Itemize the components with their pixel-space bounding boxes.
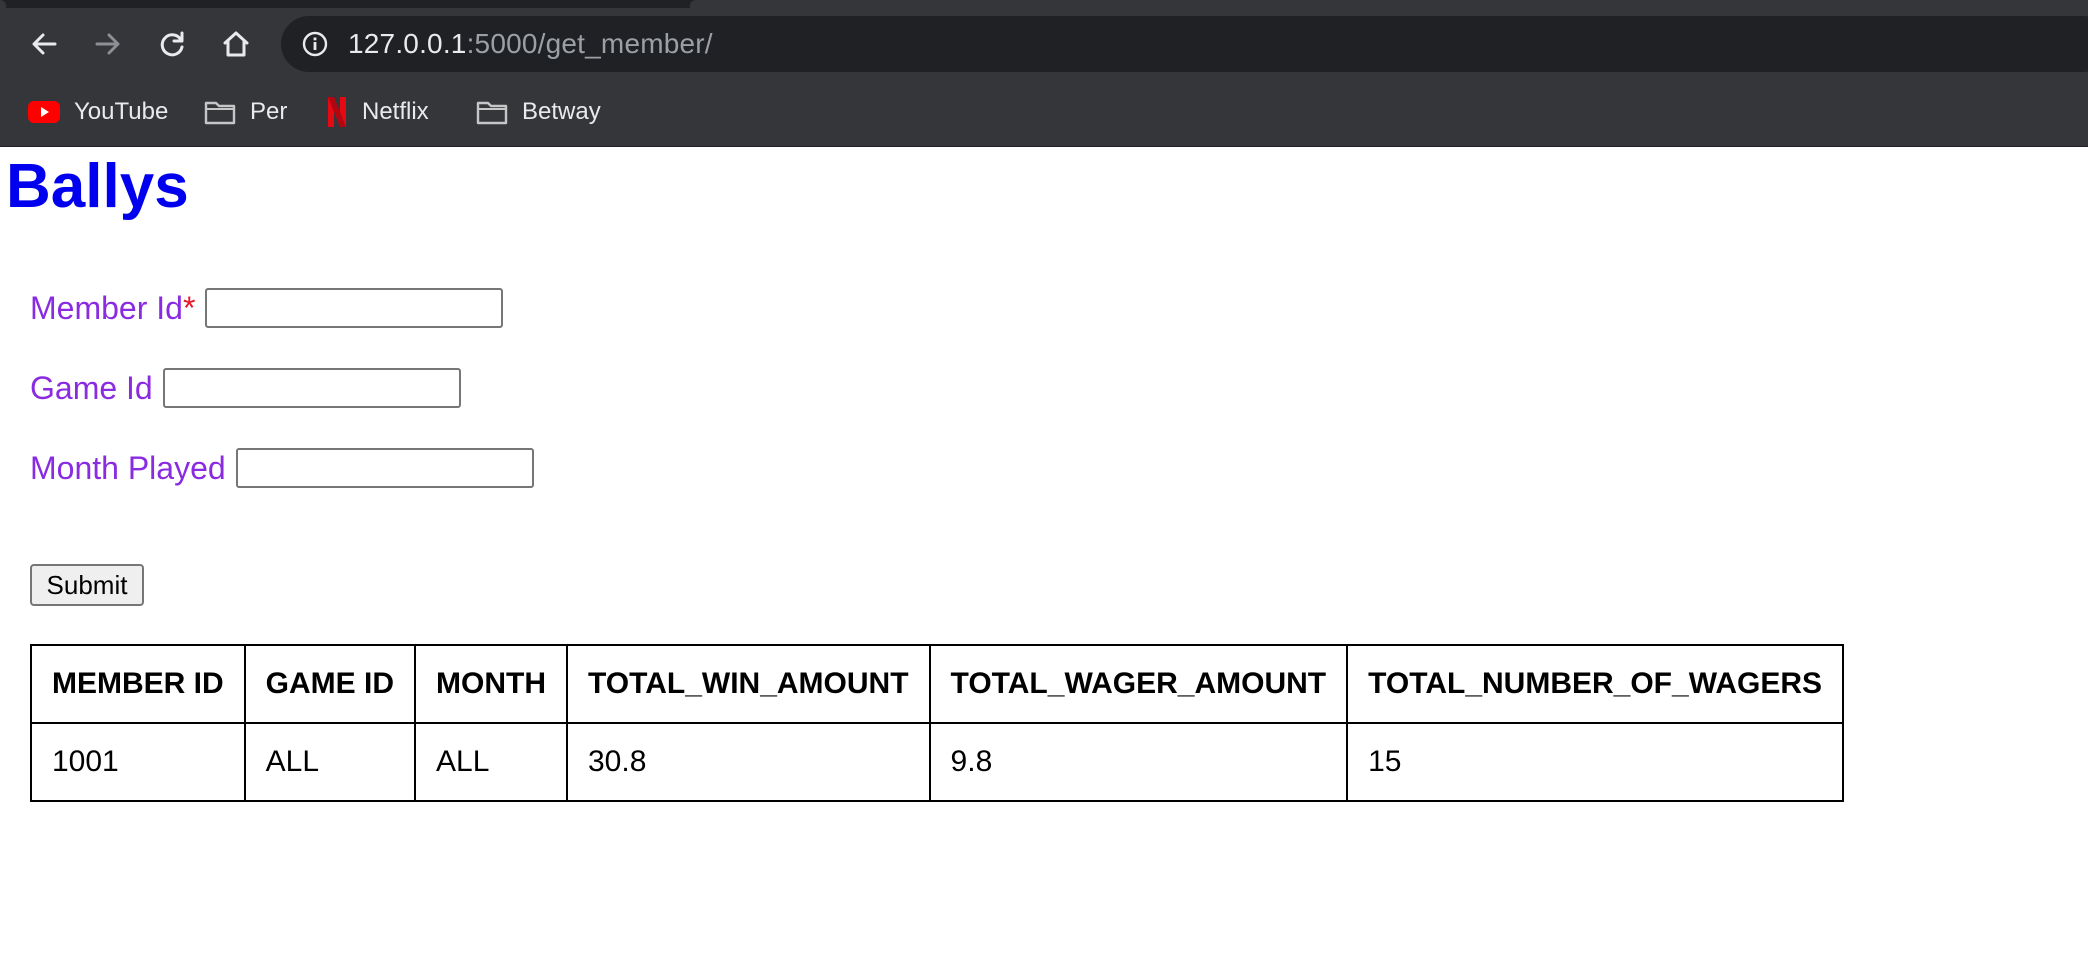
cell-member-id: 1001 (30, 722, 246, 802)
game-id-label: Game Id (30, 369, 153, 406)
member-id-row: Member Id* (30, 286, 504, 330)
bookmark-label: YouTube (74, 98, 169, 125)
bookmark-folder-betway[interactable]: Betway (476, 88, 601, 136)
tab-edge-right (690, 0, 2088, 8)
header-total-win-amount: TOTAL_WIN_AMOUNT (566, 644, 931, 724)
submit-button[interactable]: Submit (30, 564, 144, 606)
url-path: :5000/get_member/ (466, 28, 713, 59)
cell-month: ALL (414, 722, 568, 802)
bookmark-youtube[interactable]: YouTube (28, 88, 168, 136)
address-bar[interactable]: 127.0.0.1:5000/get_member/ (281, 16, 2088, 72)
folder-icon (476, 99, 508, 125)
month-played-row: Month Played (30, 446, 534, 490)
reload-icon (160, 31, 184, 57)
header-total-number-of-wagers: TOTAL_NUMBER_OF_WAGERS (1346, 644, 1845, 724)
table-header-row: MEMBER ID GAME ID MONTH TOTAL_WIN_AMOUNT… (30, 644, 1845, 724)
member-id-label-text: Member Id (30, 289, 183, 326)
info-icon[interactable] (301, 30, 329, 58)
back-arrow-icon (32, 33, 57, 55)
youtube-icon (28, 100, 60, 124)
bookmark-folder-per[interactable]: Per (204, 88, 287, 136)
member-id-label: Member Id* (30, 290, 195, 327)
reload-button[interactable] (152, 24, 192, 64)
month-played-input[interactable] (235, 448, 534, 488)
url-text[interactable]: 127.0.0.1:5000/get_member/ (348, 28, 713, 60)
bookmark-label: Netflix (362, 98, 429, 125)
game-id-input[interactable] (162, 368, 461, 408)
header-game-id: GAME ID (243, 644, 417, 724)
cell-total-number-of-wagers: 15 (1346, 722, 1845, 802)
browser-chrome: 127.0.0.1:5000/get_member/ YouTube Per N… (0, 0, 2088, 147)
page-title: Ballys (6, 152, 189, 221)
month-played-label: Month Played (30, 449, 226, 486)
folder-icon (204, 99, 236, 125)
required-marker: * (182, 289, 196, 326)
bookmark-label: Per (250, 98, 288, 125)
cell-game-id: ALL (243, 722, 417, 802)
home-icon (223, 31, 249, 57)
game-id-row: Game Id (30, 366, 461, 410)
bookmark-netflix[interactable]: Netflix (326, 88, 429, 136)
cell-total-win-amount: 30.8 (566, 722, 931, 802)
forward-arrow-icon (95, 33, 120, 55)
bookmark-label: Betway (522, 98, 601, 125)
bookmarks-bar: YouTube Per Netflix Betway (0, 88, 2088, 136)
member-id-input[interactable] (205, 288, 504, 328)
cell-total-wager-amount: 9.8 (928, 722, 1349, 802)
back-button[interactable] (24, 24, 64, 64)
page-content: Ballys Member Id* Game Id Month Played S… (0, 147, 2088, 962)
header-member-id: MEMBER ID (30, 644, 246, 724)
home-button[interactable] (216, 24, 256, 64)
results-table: MEMBER ID GAME ID MONTH TOTAL_WIN_AMOUNT… (30, 644, 1845, 802)
header-month: MONTH (414, 644, 568, 724)
forward-button[interactable] (88, 24, 128, 64)
url-host: 127.0.0.1 (348, 28, 467, 59)
header-total-wager-amount: TOTAL_WAGER_AMOUNT (928, 644, 1349, 724)
netflix-icon (326, 96, 348, 128)
table-row: 1001 ALL ALL 30.8 9.8 15 (30, 722, 1845, 802)
